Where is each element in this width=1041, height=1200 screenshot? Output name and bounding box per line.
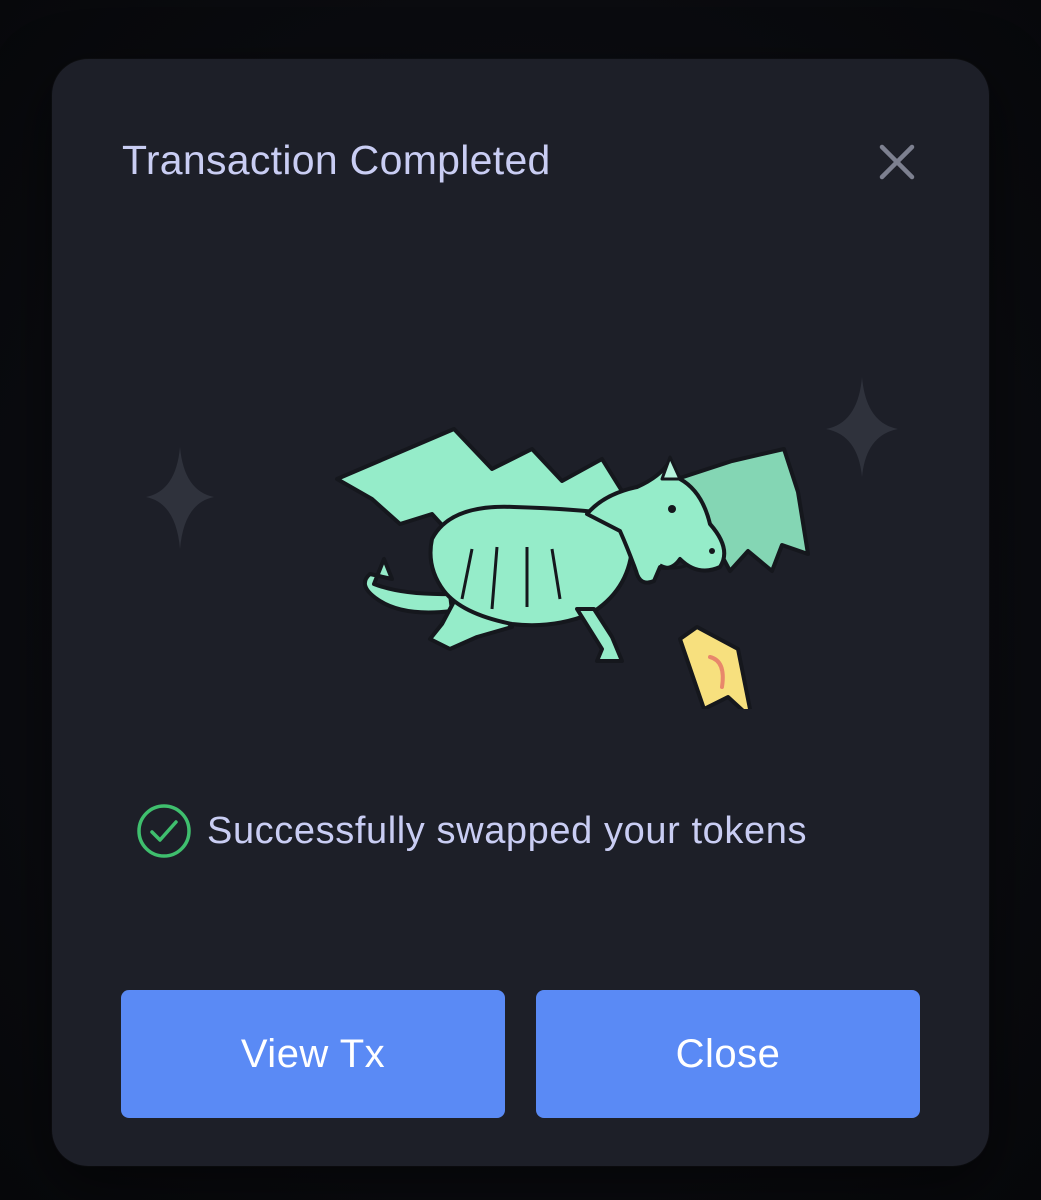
view-tx-button[interactable]: View Tx <box>121 990 505 1118</box>
success-status: Successfully swapped your tokens <box>136 801 807 861</box>
status-message: Successfully swapped your tokens <box>207 809 808 852</box>
token-icon <box>678 625 754 721</box>
close-icon[interactable] <box>874 139 920 185</box>
check-circle-icon <box>137 804 191 858</box>
sparkle-icon <box>826 377 898 477</box>
modal-title: Transaction Completed <box>122 137 551 183</box>
transaction-completed-modal: Transaction Completed Successfully swapp… <box>52 59 989 1166</box>
close-icon-graphic <box>879 144 915 180</box>
close-button[interactable]: Close <box>536 990 920 1118</box>
dragon-with-token-illustration <box>132 309 912 721</box>
sparkle-icon <box>146 447 214 549</box>
